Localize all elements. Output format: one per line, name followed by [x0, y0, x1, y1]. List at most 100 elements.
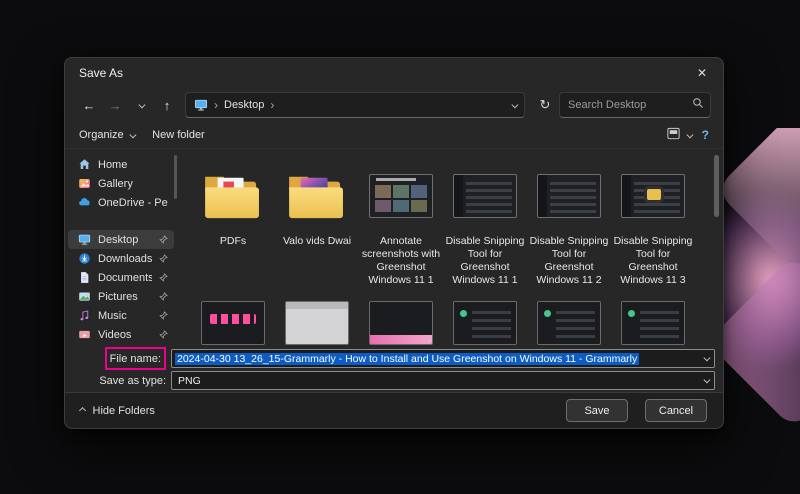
- address-dropdown-icon[interactable]: [511, 101, 517, 107]
- sidebar-item-label: OneDrive - Person: [98, 197, 168, 209]
- downloads-icon: [77, 252, 91, 266]
- file-thumbnail-partial[interactable]: [611, 301, 695, 345]
- file-thumbnail: [369, 174, 433, 218]
- file-thumbnail: [453, 174, 517, 218]
- file-name-label: Disable Snipping Tool for Greenshot Wind…: [613, 235, 693, 287]
- forward-button[interactable]: →: [103, 93, 127, 117]
- file-thumbnail-partial[interactable]: [275, 301, 359, 345]
- file-name-value[interactable]: 2024-04-30 13_26_15-Grammarly - How to I…: [175, 353, 639, 365]
- sidebar-scrollbar[interactable]: [174, 155, 177, 199]
- gallery-icon: [77, 177, 91, 191]
- dialog-titlebar: Save As ✕: [65, 58, 723, 88]
- sidebar-item-videos[interactable]: Videos: [68, 325, 174, 344]
- back-button[interactable]: ←: [77, 93, 101, 117]
- wallpaper-glow: [714, 128, 800, 434]
- refresh-icon: ↻: [540, 97, 551, 113]
- hide-folders-label: Hide Folders: [93, 405, 155, 417]
- save-button[interactable]: Save: [566, 399, 628, 422]
- sidebar-item-home[interactable]: Home: [68, 155, 174, 174]
- sidebar-item-label: Desktop: [98, 234, 152, 246]
- wallpaper-petal: [714, 254, 800, 429]
- file-name-combobox[interactable]: 2024-04-30 13_26_15-Grammarly - How to I…: [171, 349, 715, 368]
- cancel-button[interactable]: Cancel: [645, 399, 707, 422]
- file-thumbnail: [537, 301, 601, 345]
- sidebar-item-downloads[interactable]: Downloads: [68, 249, 174, 268]
- file-thumbnail: [285, 301, 349, 345]
- folder-icon: [191, 159, 275, 233]
- search-input[interactable]: [568, 99, 692, 111]
- file-tile-image[interactable]: Disable Snipping Tool for Greenshot Wind…: [443, 155, 527, 287]
- new-folder-button[interactable]: New folder: [152, 129, 205, 141]
- pin-icon: [159, 330, 168, 339]
- file-form: File name: 2024-04-30 13_26_15-Grammarly…: [65, 346, 723, 392]
- sidebar-item-label: Videos: [98, 329, 152, 341]
- documents-icon: [77, 271, 91, 285]
- file-tile-image[interactable]: Disable Snipping Tool for Greenshot Wind…: [611, 155, 695, 287]
- breadcrumb-separator: ›: [270, 98, 274, 112]
- file-list: PDFs Valo vids: [177, 149, 723, 346]
- sidebar-item-desktop[interactable]: Desktop: [68, 230, 174, 249]
- breadcrumb-item-desktop[interactable]: Desktop: [224, 99, 264, 111]
- sidebar-item-label: Documents: [98, 272, 152, 284]
- view-options-button[interactable]: [666, 126, 692, 144]
- hide-folders-button[interactable]: Hide Folders: [81, 405, 155, 417]
- sidebar-item-pictures[interactable]: Pictures: [68, 287, 174, 306]
- file-thumbnail: [201, 301, 265, 345]
- folder-popup-detail: [647, 189, 661, 200]
- view-options-icon: [666, 126, 681, 144]
- nav-toolbar: ← → ↑ › Desktop › ↻: [65, 88, 723, 122]
- desktop-location-icon: [194, 98, 208, 112]
- file-thumbnail: [453, 301, 517, 345]
- home-icon: [77, 158, 91, 172]
- chevron-down-icon: [687, 131, 693, 137]
- combo-chevron-icon[interactable]: [703, 355, 709, 361]
- file-thumbnail-partial[interactable]: [527, 301, 611, 345]
- combo-chevron-icon[interactable]: [703, 377, 709, 383]
- wallpaper-bloom: [714, 164, 800, 394]
- refresh-button[interactable]: ↻: [533, 93, 557, 117]
- sidebar-item-music[interactable]: Music: [68, 306, 174, 325]
- history-dropdown-button[interactable]: [129, 93, 153, 117]
- sidebar-item-label: Pictures: [98, 291, 152, 303]
- desktop-icon: [77, 233, 91, 247]
- sidebar-item-label: Gallery: [98, 178, 168, 190]
- sidebar-item-documents[interactable]: Documents: [68, 268, 174, 287]
- chevron-down-icon: [129, 131, 135, 137]
- music-icon: [77, 309, 91, 323]
- organize-button[interactable]: Organize: [79, 129, 134, 141]
- sidebar-item-onedrive[interactable]: OneDrive - Person: [68, 193, 174, 212]
- file-thumbnail-partial[interactable]: [443, 301, 527, 345]
- forward-icon: →: [109, 98, 122, 113]
- file-tile-image[interactable]: Annotate screenshots with Greenshot Wind…: [359, 155, 443, 287]
- pin-icon: [159, 292, 168, 301]
- file-thumbnail: [537, 174, 601, 218]
- file-name-label: Annotate screenshots with Greenshot Wind…: [361, 235, 441, 287]
- organize-label: Organize: [79, 129, 124, 141]
- breadcrumb-separator: ›: [214, 98, 218, 112]
- save-as-dialog: Save As ✕ ← → ↑ › Desktop: [64, 57, 724, 429]
- file-thumbnail-partial[interactable]: [359, 301, 443, 345]
- command-bar-right: ?: [666, 126, 709, 144]
- file-thumbnail: [621, 174, 685, 218]
- save-as-type-combobox[interactable]: PNG: [171, 371, 715, 390]
- sidebar-item-gallery[interactable]: Gallery: [68, 174, 174, 193]
- file-row-partial: [191, 301, 723, 345]
- folder-icon: [275, 159, 359, 233]
- scrollbar-thumb[interactable]: [714, 155, 719, 217]
- up-button[interactable]: ↑: [155, 93, 179, 117]
- file-tile-folder[interactable]: Valo vids Dwai: [275, 155, 359, 287]
- help-button[interactable]: ?: [702, 128, 709, 142]
- breadcrumb[interactable]: › Desktop ›: [185, 92, 525, 118]
- file-tile-image[interactable]: Disable Snipping Tool for Greenshot Wind…: [527, 155, 611, 287]
- annotation-highlight: File name:: [105, 347, 166, 370]
- pin-icon: [159, 311, 168, 320]
- scrollbar[interactable]: [713, 151, 720, 344]
- file-thumbnail-partial[interactable]: [191, 301, 275, 345]
- dialog-title: Save As: [65, 66, 123, 80]
- pin-icon: [159, 235, 168, 244]
- save-as-type-value: PNG: [175, 375, 704, 387]
- file-thumbnail: [369, 301, 433, 345]
- sidebar-item-label: Music: [98, 310, 152, 322]
- close-button[interactable]: ✕: [681, 58, 723, 88]
- file-tile-folder[interactable]: PDFs: [191, 155, 275, 287]
